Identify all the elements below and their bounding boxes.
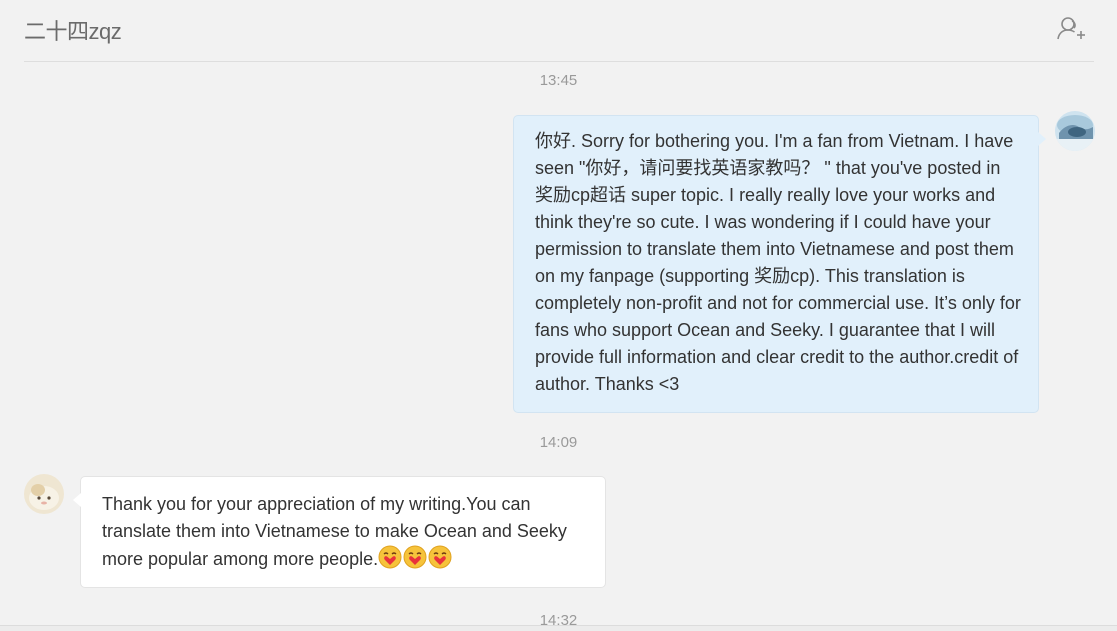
- heart-kiss-emoji: [378, 545, 402, 569]
- message-timestamp: 13:45: [539, 72, 578, 89]
- avatar-image: [24, 474, 64, 514]
- incoming-message-text: Thank you for your appreciation of my wr…: [102, 494, 567, 569]
- add-contact-icon[interactable]: [1056, 14, 1086, 44]
- input-area-divider: [0, 625, 1117, 631]
- my-avatar[interactable]: [1055, 111, 1095, 151]
- add-contact-icon-graphic: [1057, 17, 1085, 40]
- contact-avatar[interactable]: [24, 474, 64, 514]
- message-timestamp: 14:09: [539, 434, 578, 451]
- chat-header: 二十四zqz: [24, 0, 1094, 62]
- outgoing-message-bubble[interactable]: 你好. Sorry for bothering you. I'm a fan f…: [513, 115, 1046, 413]
- contact-name[interactable]: 二十四zqz: [24, 14, 122, 46]
- heart-kiss-emoji: [428, 545, 452, 569]
- avatar-image: [1055, 111, 1095, 151]
- heart-kiss-emoji: [403, 545, 427, 569]
- incoming-message-bubble[interactable]: Thank you for your appreciation of my wr…: [73, 476, 606, 588]
- outgoing-message-text: 你好. Sorry for bothering you. I'm a fan f…: [535, 131, 1021, 394]
- emoji-group: [378, 545, 453, 577]
- chat-window: 二十四zqz 13:45 你好. Sorry for bothering you…: [0, 0, 1117, 631]
